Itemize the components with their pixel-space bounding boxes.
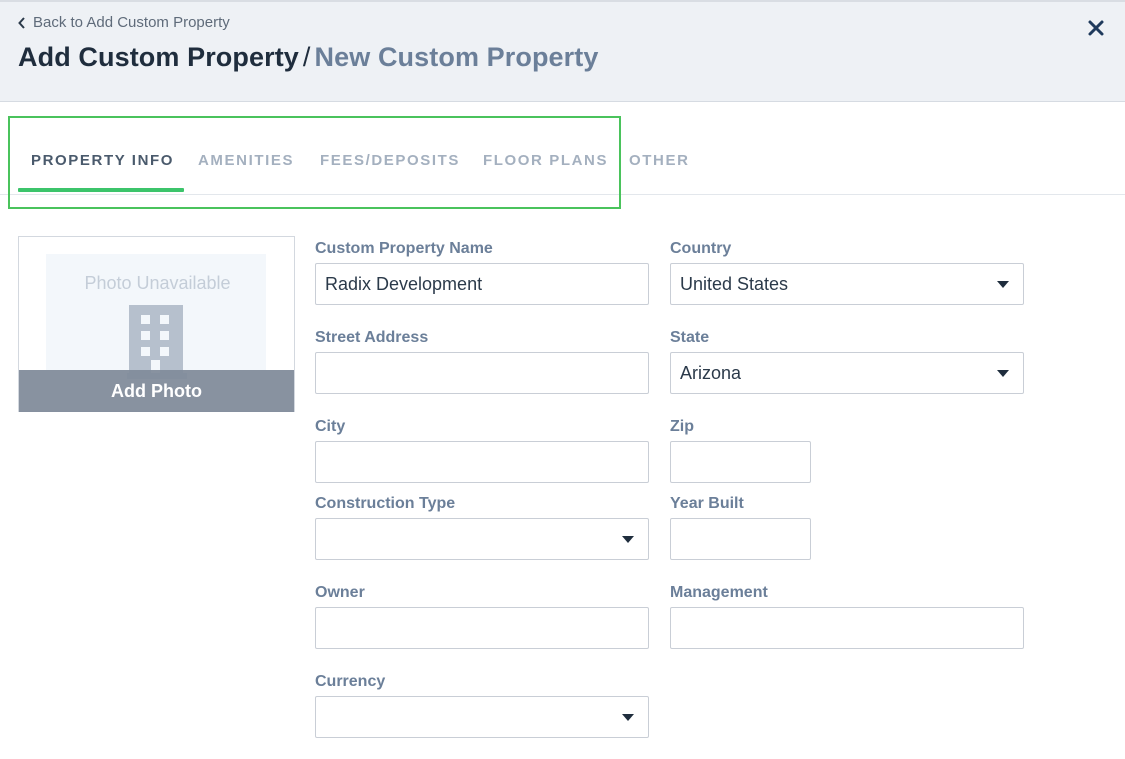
zip-input[interactable] [670, 441, 811, 483]
page-title-sub: New Custom Property [314, 42, 599, 72]
name-label: Custom Property Name [315, 240, 493, 257]
page-header: Back to Add Custom Property Add Custom P… [0, 0, 1125, 102]
photo-unavailable-text: Photo Unavailable [84, 273, 231, 293]
construction-label: Construction Type [315, 495, 456, 512]
country-label: Country [670, 240, 732, 257]
tab-fees-deposits[interactable]: FEES/DEPOSITS [320, 152, 460, 169]
caret-down-icon [997, 281, 1009, 288]
tab-amenities[interactable]: AMENITIES [198, 152, 294, 169]
caret-down-icon [997, 370, 1009, 377]
close-icon[interactable] [1086, 18, 1106, 38]
state-label: State [670, 329, 710, 346]
street-label: Street Address [315, 329, 429, 346]
owner-label: Owner [315, 584, 365, 601]
tab-other[interactable]: OTHER [629, 152, 690, 169]
city-label: City [315, 418, 346, 435]
property-name-input[interactable] [315, 263, 649, 305]
management-input[interactable] [670, 607, 1024, 649]
country-value: United States [680, 274, 789, 294]
back-link[interactable]: Back to Add Custom Property [17, 14, 230, 31]
country-select[interactable]: United States [670, 263, 1024, 305]
chevron-left-icon [18, 16, 25, 29]
tab-property-info[interactable]: PROPERTY INFO [31, 152, 174, 169]
add-photo-button[interactable]: Add Photo [19, 370, 294, 412]
caret-down-icon [622, 536, 634, 543]
construction-type-select[interactable] [315, 518, 649, 560]
page-title: Add Custom Property / New Custom Property [18, 42, 598, 73]
state-value: Arizona [680, 363, 742, 383]
year-built-label: Year Built [670, 495, 744, 512]
page-title-main: Add Custom Property [18, 42, 299, 72]
city-input[interactable] [315, 441, 649, 483]
state-select[interactable]: Arizona [670, 352, 1024, 394]
zip-label: Zip [670, 418, 694, 435]
year-built-input[interactable] [670, 518, 811, 560]
photo-card[interactable]: Photo Unavailable Add Photo [18, 236, 295, 412]
back-link-label: Back to Add Custom Property [33, 14, 230, 31]
currency-select[interactable] [315, 696, 649, 738]
tab-bar: PROPERTY INFO AMENITIES FEES/DEPOSITS FL… [0, 102, 1125, 195]
tab-floor-plans[interactable]: FLOOR PLANS [483, 152, 608, 169]
management-label: Management [670, 584, 768, 601]
active-tab-indicator [18, 188, 184, 192]
owner-input[interactable] [315, 607, 649, 649]
caret-down-icon [622, 714, 634, 721]
page-title-separator: / [302, 42, 311, 72]
street-address-input[interactable] [315, 352, 649, 394]
currency-label: Currency [315, 673, 386, 690]
